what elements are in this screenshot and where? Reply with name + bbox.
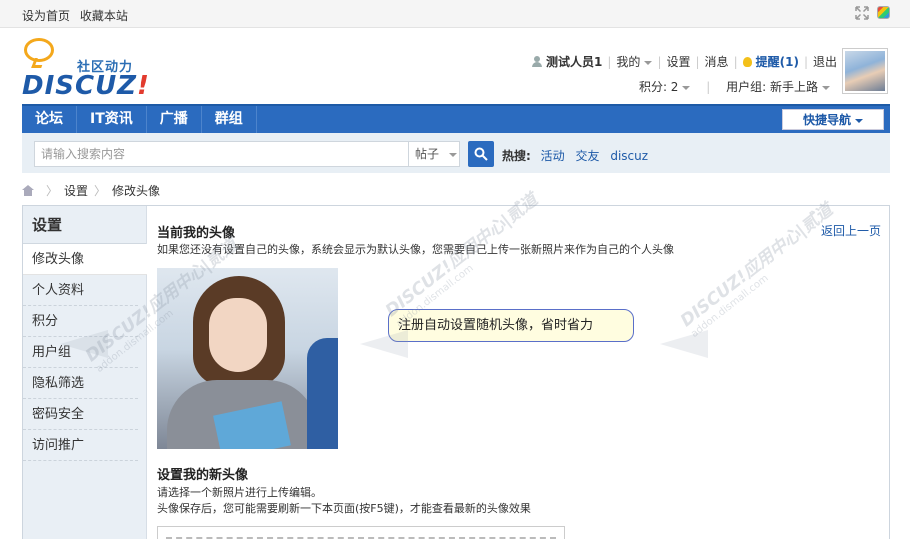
nav-item-it-news[interactable]: IT资讯 bbox=[77, 106, 147, 133]
sidebar-item-password[interactable]: 密码安全 bbox=[23, 399, 138, 430]
nav-item-groups[interactable]: 群组 bbox=[202, 106, 257, 133]
search-type-label: 帖子 bbox=[415, 147, 440, 161]
new-avatar-desc: 请选择一个新照片进行上传编辑。 bbox=[157, 486, 322, 499]
search-icon bbox=[474, 147, 488, 161]
theme-color-icon[interactable] bbox=[877, 6, 890, 19]
settings-link[interactable]: 设置 bbox=[666, 53, 690, 70]
quick-nav-button[interactable]: 快捷导航 bbox=[782, 109, 884, 130]
mine-label: 我的 bbox=[616, 55, 641, 69]
logo-wordmark-bang: ! bbox=[137, 71, 150, 101]
user-links: 测试人员1 | 我的 | 设置 | 消息 | 提醒(1) | 退出 bbox=[532, 53, 837, 70]
mine-menu[interactable]: 我的 bbox=[616, 53, 653, 70]
usergroup-menu[interactable]: 用户组: 新手上路 bbox=[726, 80, 830, 94]
avatar[interactable] bbox=[842, 48, 888, 94]
logo-wordmark: DISCUZ! bbox=[22, 71, 150, 101]
username-link[interactable]: 测试人员1 bbox=[546, 53, 602, 70]
upload-area[interactable] bbox=[157, 526, 565, 539]
main-nav: 论坛 IT资讯 广播 群组 快捷导航 bbox=[22, 104, 890, 133]
sidebar-item-promotion[interactable]: 访问推广 bbox=[23, 430, 138, 461]
hot-search-item[interactable]: 活动 bbox=[541, 149, 565, 163]
points-label: 积分: 2 bbox=[638, 80, 679, 94]
bulb-icon bbox=[742, 56, 752, 67]
current-avatar-image bbox=[157, 268, 338, 449]
top-bar: 设为首页 收藏本站 bbox=[0, 0, 910, 28]
search-button[interactable] bbox=[468, 141, 494, 167]
nav-item-forum[interactable]: 论坛 bbox=[22, 106, 77, 133]
user-icon bbox=[532, 56, 543, 67]
back-link[interactable]: 返回上一页 bbox=[821, 222, 881, 239]
hot-search-item[interactable]: discuz bbox=[610, 149, 648, 163]
chevron-down-icon bbox=[449, 152, 458, 157]
avatar-image bbox=[845, 51, 885, 91]
home-icon[interactable] bbox=[22, 185, 34, 196]
sidebar-title: 设置 bbox=[23, 206, 146, 244]
settings-panel: 设置 修改头像 个人资料 积分 用户组 隐私筛选 密码安全 访问推广 当前我的头… bbox=[22, 205, 890, 539]
current-avatar-desc: 如果您还没有设置自己的头像，系统会显示为默认头像，您需要自己上传一张新照片来作为… bbox=[157, 243, 674, 256]
search-type-select[interactable]: 帖子 bbox=[408, 141, 460, 167]
logout-link[interactable]: 退出 bbox=[813, 53, 837, 70]
current-avatar-title: 当前我的头像 bbox=[157, 226, 236, 241]
sidebar-item-usergroup[interactable]: 用户组 bbox=[23, 337, 138, 368]
sidebar-item-change-avatar[interactable]: 修改头像 bbox=[23, 244, 147, 275]
chevron-down-icon bbox=[644, 60, 653, 65]
logo-bubble-icon bbox=[24, 38, 54, 62]
header: 社区动力 DISCUZ! 测试人员1 | 我的 | 设置 | 消息 | 提醒(1… bbox=[0, 28, 910, 103]
search-bar: 请输入搜索内容 帖子 热搜: 活动 交友 discuz bbox=[22, 133, 890, 173]
hot-search-label: 热搜: bbox=[502, 149, 531, 163]
breadcrumb-settings[interactable]: 设置 bbox=[64, 182, 88, 199]
expand-icon[interactable] bbox=[855, 6, 869, 20]
points-menu[interactable]: 积分: 2 bbox=[639, 80, 691, 94]
settings-sidebar: 设置 修改头像 个人资料 积分 用户组 隐私筛选 密码安全 访问推广 bbox=[23, 206, 147, 539]
hot-search: 热搜: 活动 交友 discuz bbox=[502, 147, 655, 164]
set-home-link[interactable]: 设为首页 bbox=[22, 9, 70, 23]
random-avatar-tooltip: 注册自动设置随机头像，省时省力 bbox=[388, 309, 634, 342]
sidebar-item-points[interactable]: 积分 bbox=[23, 306, 138, 337]
discuz-logo[interactable]: 社区动力 DISCUZ! bbox=[22, 36, 152, 101]
nav-item-broadcast[interactable]: 广播 bbox=[147, 106, 202, 133]
breadcrumb: 〉 设置 〉 修改头像 bbox=[22, 182, 160, 199]
new-avatar-title: 设置我的新头像 bbox=[157, 468, 249, 483]
user-stats: 积分: 2 | 用户组: 新手上路 bbox=[639, 78, 830, 95]
chevron-down-icon bbox=[682, 85, 691, 90]
usergroup-label: 用户组: 新手上路 bbox=[726, 80, 818, 94]
remind-link[interactable]: 提醒(1) bbox=[756, 53, 799, 70]
sidebar-item-privacy[interactable]: 隐私筛选 bbox=[23, 368, 138, 399]
quick-nav-label: 快捷导航 bbox=[802, 113, 851, 127]
chevron-down-icon bbox=[822, 85, 830, 90]
sidebar-item-profile[interactable]: 个人资料 bbox=[23, 275, 138, 306]
bookmark-link[interactable]: 收藏本站 bbox=[80, 9, 128, 23]
hot-search-item[interactable]: 交友 bbox=[575, 149, 599, 163]
messages-link[interactable]: 消息 bbox=[705, 53, 729, 70]
chevron-down-icon bbox=[855, 118, 863, 123]
new-avatar-note: 头像保存后，您可能需要刷新一下本页面(按F5键)，才能查看最新的头像效果 bbox=[157, 502, 531, 515]
breadcrumb-change-avatar: 修改头像 bbox=[112, 184, 161, 198]
search-input[interactable]: 请输入搜索内容 bbox=[34, 141, 408, 167]
logo-wordmark-text: DISCUZ bbox=[22, 71, 138, 101]
top-links: 设为首页 收藏本站 bbox=[22, 7, 134, 24]
